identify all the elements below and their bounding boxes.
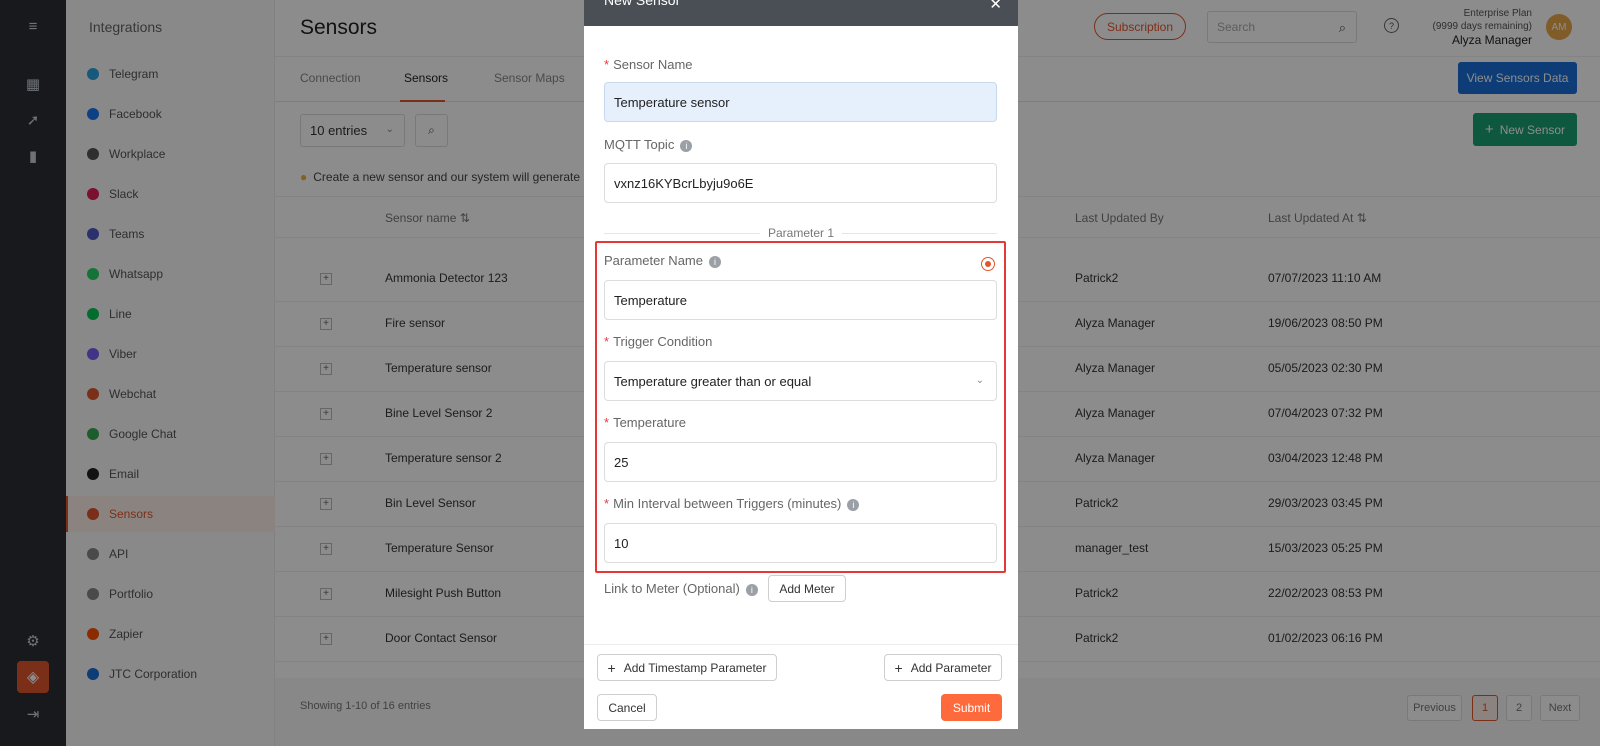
trigger-condition-select[interactable]: Temperature greater than or equal ⌄ [604, 361, 997, 401]
sensor-name-input[interactable]: Temperature sensor [604, 82, 997, 122]
info-icon[interactable]: i [745, 583, 758, 596]
min-interval-input[interactable]: 10 [604, 523, 997, 563]
modal-title: New Sensor [604, 0, 681, 8]
add-timestamp-parameter-button[interactable]: + Add Timestamp Parameter [597, 654, 777, 681]
trigger-condition-value: Temperature greater than or equal [614, 373, 812, 389]
plus-icon: + [894, 659, 903, 676]
cancel-button[interactable]: Cancel [597, 694, 657, 721]
temperature-input[interactable]: 25 [604, 442, 997, 482]
mqtt-topic-input[interactable]: vxnz16KYBcrLbyju9o6E [604, 163, 997, 203]
modal-header: New Sensor ✕ [584, 0, 1018, 26]
mqtt-topic-label: MQTT Topic i [604, 137, 693, 152]
trigger-condition-label: * Trigger Condition [604, 334, 713, 349]
min-interval-label: * Min Interval between Triggers (minutes)… [604, 496, 860, 511]
add-parameter-button[interactable]: + Add Parameter [884, 654, 1002, 681]
parameter-name-input[interactable]: Temperature [604, 280, 997, 320]
parameter-radio[interactable] [981, 257, 995, 271]
close-icon[interactable]: ✕ [989, 0, 1002, 13]
parameter-name-label: Parameter Name i [604, 253, 721, 268]
new-sensor-modal: New Sensor ✕ * Sensor Name Temperature se… [584, 0, 1018, 729]
submit-button[interactable]: Submit [941, 694, 1002, 721]
parameter-title: Parameter 1 [584, 226, 1018, 240]
chevron-down-icon: ⌄ [975, 375, 984, 386]
info-icon[interactable]: i [847, 498, 860, 511]
plus-icon: + [607, 659, 616, 676]
link-to-meter-label: Link to Meter (Optional) i [604, 581, 758, 596]
temperature-label: * Temperature [604, 415, 687, 430]
add-meter-button[interactable]: Add Meter [768, 575, 846, 602]
info-icon[interactable]: i [708, 255, 721, 268]
info-icon[interactable]: i [680, 139, 693, 152]
modal-footer-divider [584, 644, 1018, 645]
sensor-name-label: * Sensor Name [604, 57, 693, 72]
